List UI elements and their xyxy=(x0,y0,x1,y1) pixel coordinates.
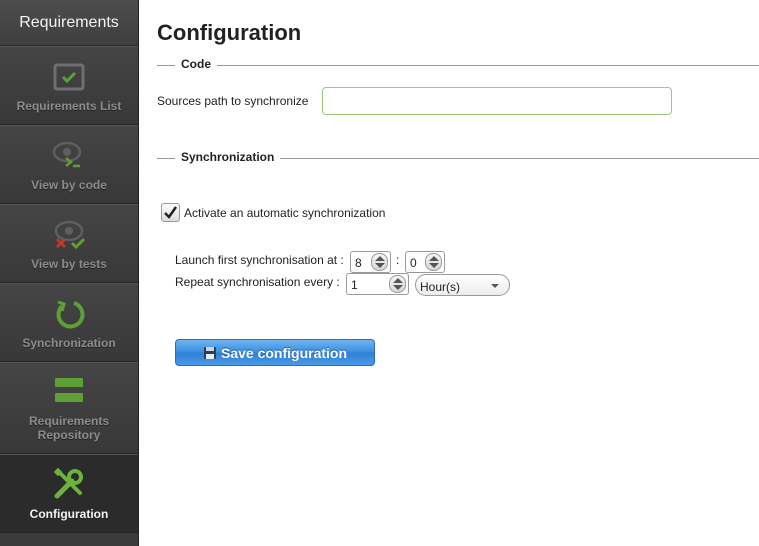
sidebar-item-configuration[interactable]: Configuration xyxy=(0,454,138,533)
sidebar-item-requirements-repository[interactable]: Requirements Repository xyxy=(0,362,138,454)
code-fieldset: Code xyxy=(157,57,759,73)
checkmark-icon xyxy=(164,206,178,219)
eye-tests-icon xyxy=(49,217,89,256)
launch-minute-spinner[interactable]: 0 xyxy=(405,251,445,273)
spinner-value: 0 xyxy=(410,256,417,270)
spinner-value: 1 xyxy=(351,278,358,292)
save-configuration-button[interactable]: Save configuration xyxy=(175,339,375,366)
eye-code-icon xyxy=(52,138,86,177)
sidebar-item-label: View by tests xyxy=(31,257,107,271)
checklist-icon xyxy=(52,59,86,98)
fieldset-divider xyxy=(157,65,759,66)
sources-path-label: Sources path to synchronize xyxy=(157,94,309,108)
spinner-arrows-icon[interactable] xyxy=(371,253,388,271)
sync-fieldset: Synchronization xyxy=(157,150,759,166)
wrench-screwdriver-icon xyxy=(52,467,86,506)
sidebar-item-label: Configuration xyxy=(29,507,109,521)
sidebar-item-label: View by code xyxy=(31,178,107,192)
auto-sync-checkbox[interactable] xyxy=(161,203,180,222)
repeat-value-spinner[interactable]: 1 xyxy=(346,273,409,295)
launch-label: Launch first synchronisation at : xyxy=(175,253,344,267)
sync-icon xyxy=(52,296,86,335)
spinner-arrows-icon[interactable] xyxy=(389,275,406,293)
chevron-down-icon xyxy=(491,284,499,288)
repeat-label: Repeat synchronisation every : xyxy=(175,275,340,289)
launch-hour-spinner[interactable]: 8 xyxy=(350,251,391,273)
time-separator: : xyxy=(396,253,400,267)
sidebar: Requirements Requirements List View by c… xyxy=(0,0,139,546)
sidebar-title: Requirements xyxy=(0,0,138,46)
repeat-unit-select[interactable]: Hour(s) xyxy=(415,274,510,296)
select-value: Hour(s) xyxy=(420,280,461,294)
sources-path-input[interactable] xyxy=(322,87,672,115)
spinner-value: 8 xyxy=(355,256,362,270)
sidebar-item-synchronization[interactable]: Synchronization xyxy=(0,283,138,362)
sidebar-item-label: Synchronization xyxy=(22,336,116,350)
sync-legend: Synchronization xyxy=(175,150,281,164)
save-button-label: Save configuration xyxy=(220,344,348,361)
sidebar-item-view-by-code[interactable]: View by code xyxy=(0,125,138,204)
sidebar-item-view-by-tests[interactable]: View by tests xyxy=(0,204,138,283)
main-content: Configuration Code Sources path to synch… xyxy=(139,0,759,546)
code-legend: Code xyxy=(175,57,217,71)
sidebar-item-requirements-list[interactable]: Requirements List xyxy=(0,46,138,125)
page-title: Configuration xyxy=(157,20,302,45)
sidebar-item-label: Requirements Repository xyxy=(28,414,110,442)
spinner-arrows-icon[interactable] xyxy=(425,253,442,271)
repository-icon xyxy=(52,375,86,414)
auto-sync-label: Activate an automatic synchronization xyxy=(184,206,386,220)
sidebar-item-label: Requirements List xyxy=(16,99,122,113)
floppy-disk-icon xyxy=(203,346,216,359)
